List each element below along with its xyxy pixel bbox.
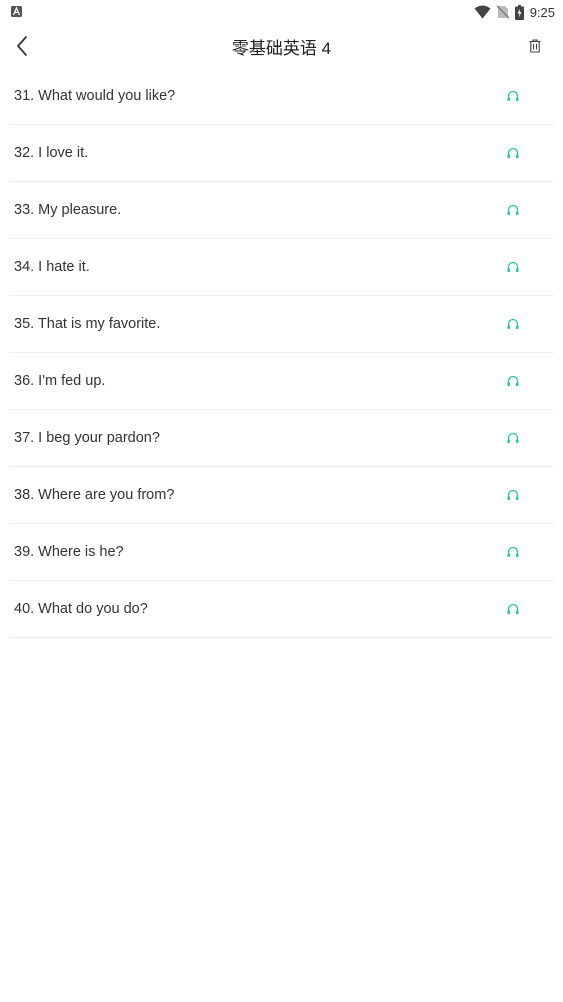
list-item[interactable]: 33. My pleasure.: [9, 182, 554, 239]
page-title: 零基础英语 4: [231, 39, 332, 58]
delete-button[interactable]: [525, 36, 545, 56]
list-item[interactable]: 32. I love it.: [9, 125, 554, 182]
a-notification-icon: [11, 6, 22, 17]
list-item[interactable]: 37. I beg your pardon?: [9, 410, 554, 467]
wifi-icon: [474, 5, 491, 19]
status-time: 9:25: [529, 4, 555, 20]
list-item[interactable]: 39. Where is he?: [9, 524, 554, 581]
sentence-text: 31. What would you like?: [14, 88, 176, 104]
status-bar: 9:25: [0, 0, 563, 24]
sentence-text: 40. What do you do?: [14, 601, 148, 617]
sentence-list: 31. What would you like? 32. I love it. …: [9, 68, 554, 638]
list-item[interactable]: 34. I hate it.: [9, 239, 554, 296]
headphones-icon[interactable]: [506, 431, 520, 445]
sentence-text: 33. My pleasure.: [14, 202, 122, 218]
list-item[interactable]: 35. That is my favorite.: [9, 296, 554, 353]
app-bar: 零基础英语 4: [0, 24, 563, 68]
headphones-icon[interactable]: [506, 545, 520, 559]
headphones-icon[interactable]: [506, 89, 520, 103]
headphones-icon[interactable]: [506, 602, 520, 616]
no-sim-icon: [496, 5, 509, 19]
headphones-icon[interactable]: [506, 203, 520, 217]
headphones-icon[interactable]: [506, 488, 520, 502]
sentence-text: 37. I beg your pardon?: [14, 430, 160, 446]
headphones-icon[interactable]: [506, 146, 520, 160]
headphones-icon[interactable]: [506, 317, 520, 331]
sentence-text: 34. I hate it.: [14, 259, 90, 275]
list-item[interactable]: 38. Where are you from?: [9, 467, 554, 524]
status-icons: 9:25: [474, 3, 555, 21]
trash-icon: [529, 39, 541, 53]
sentence-text: 38. Where are you from?: [14, 487, 175, 503]
list-item[interactable]: 40. What do you do?: [9, 581, 554, 638]
sentence-text: 36. I'm fed up.: [14, 373, 106, 389]
list-item[interactable]: 36. I'm fed up.: [9, 353, 554, 410]
sentence-text: 39. Where is he?: [14, 544, 124, 560]
battery-charging-icon: [514, 4, 524, 20]
sentence-text: 35. That is my favorite.: [14, 316, 161, 332]
list-item[interactable]: 31. What would you like?: [9, 68, 554, 125]
headphones-icon[interactable]: [506, 260, 520, 274]
sentence-text: 32. I love it.: [14, 145, 89, 161]
headphones-icon[interactable]: [506, 374, 520, 388]
